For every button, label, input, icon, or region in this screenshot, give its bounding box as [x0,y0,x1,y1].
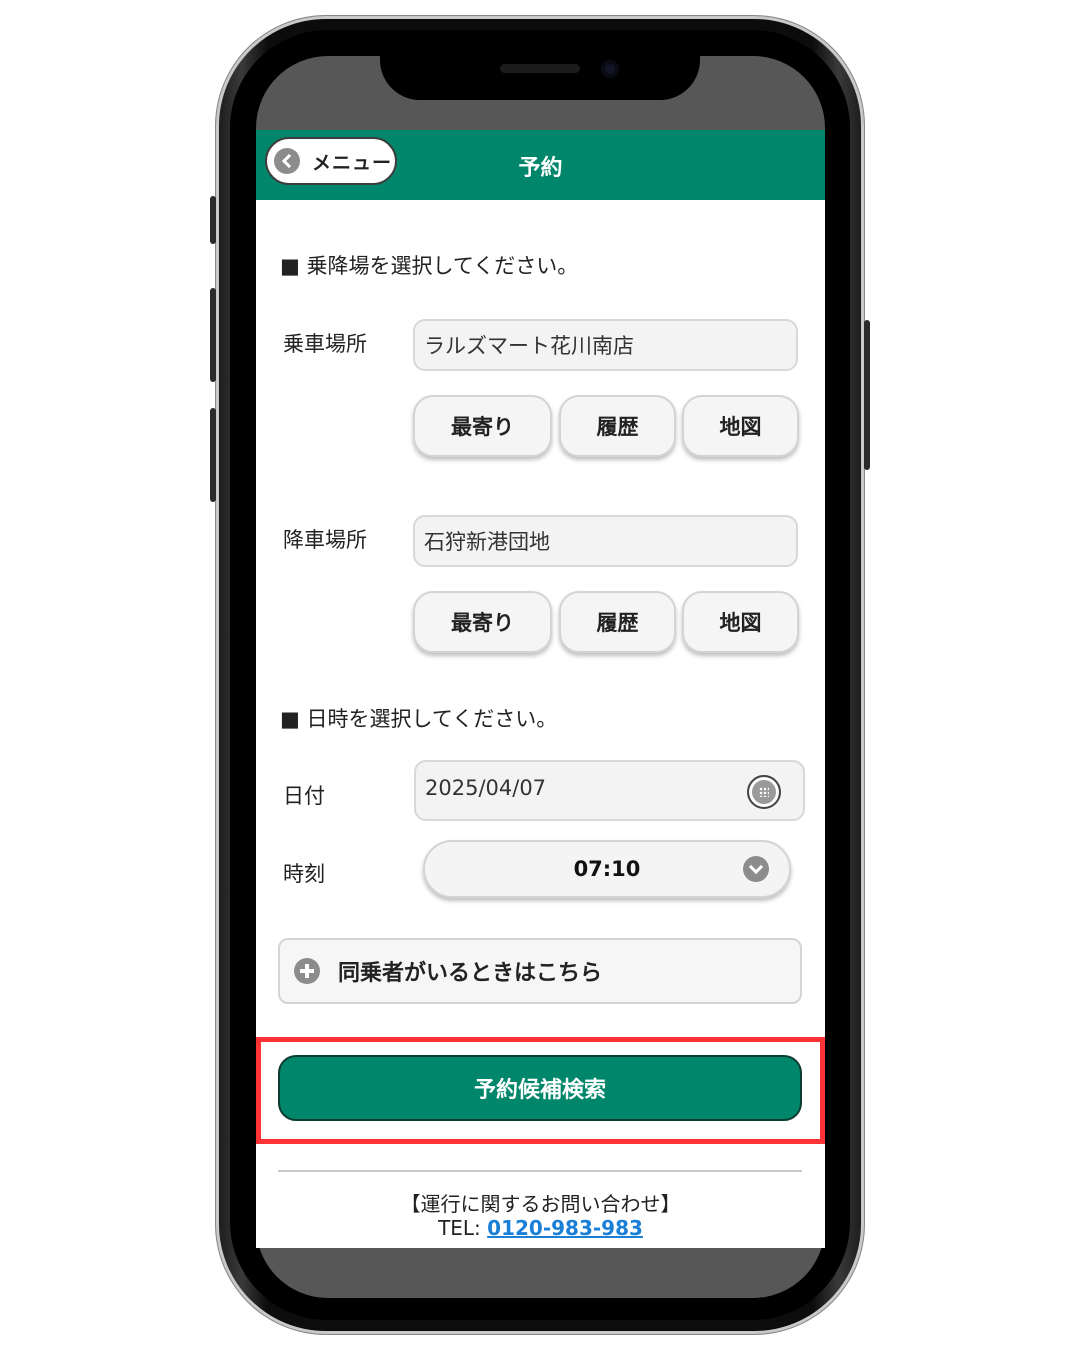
stops-section-title: ■ 乗降場を選択してください。 [280,254,579,278]
front-camera [601,60,619,78]
time-label: 時刻 [283,862,325,886]
page-title: 予約 [518,156,563,181]
side-button-mute [210,196,216,244]
companion-toggle[interactable]: 同乗者がいるときはこちら [278,938,802,1004]
search-candidates-button[interactable]: 予約候補検索 [278,1055,802,1121]
datetime-section-title: ■ 日時を選択してください。 [280,707,558,731]
tel-prefix: TEL: [438,1216,488,1240]
footer-tel: TEL: 0120-983-983 [256,1216,825,1240]
dropoff-history-button[interactable]: 履歴 [559,591,676,653]
time-select[interactable]: 07:10 [423,840,791,898]
speaker [500,64,580,73]
dropoff-input[interactable]: 石狩新港団地 [413,515,798,567]
pickup-history-button[interactable]: 履歴 [559,395,676,457]
pickup-input[interactable]: ラルズマート花川南店 [413,319,798,371]
date-label: 日付 [283,784,325,808]
footer-divider [278,1170,802,1172]
pickup-label: 乗車場所 [283,332,367,356]
chevron-down-icon [743,856,769,882]
companion-label: 同乗者がいるときはこちら [338,961,603,986]
pickup-nearest-button[interactable]: 最寄り [413,395,552,457]
tel-link[interactable]: 0120-983-983 [487,1216,643,1240]
pickup-map-button[interactable]: 地図 [682,395,799,457]
calendar-icon[interactable] [747,775,781,809]
dropoff-label: 降車場所 [283,528,367,552]
app-content: メニュー 予約 ■ 乗降場を選択してください。 乗車場所 ラルズマート花川南店 … [256,130,825,1248]
footer-heading: 【運行に関するお問い合わせ】 [400,1192,681,1216]
dropoff-map-button[interactable]: 地図 [682,591,799,653]
header-bar: メニュー 予約 [256,130,825,200]
side-button-volume-down [210,408,216,502]
date-input[interactable]: 2025/04/07 [414,760,805,821]
date-value: 2025/04/07 [425,776,547,800]
dropoff-nearest-button[interactable]: 最寄り [413,591,552,653]
side-button-volume-up [210,288,216,382]
plus-icon [294,958,320,984]
time-value: 07:10 [573,857,641,881]
side-button-power [864,320,870,470]
